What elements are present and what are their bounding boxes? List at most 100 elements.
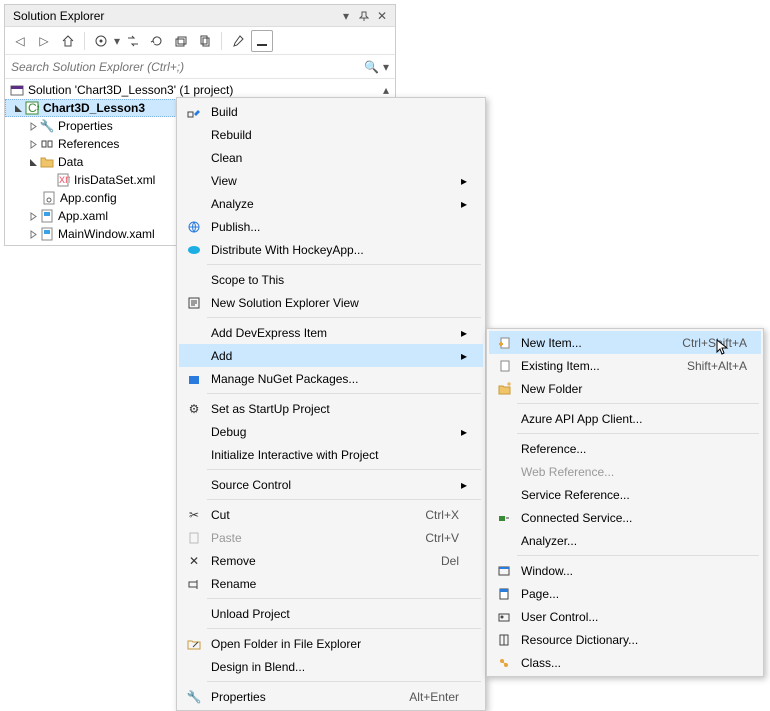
debug-item[interactable]: Debug▸ xyxy=(179,420,483,443)
menu-separator xyxy=(207,628,481,629)
pin-button[interactable] xyxy=(355,8,373,24)
show-all-files-button[interactable] xyxy=(194,30,216,52)
analyzer-item[interactable]: Analyzer... xyxy=(489,529,761,552)
toolbar: ◁ ▷ ▾ xyxy=(5,27,395,55)
expand-icon[interactable] xyxy=(27,122,39,131)
source-control-item[interactable]: Source Control▸ xyxy=(179,473,483,496)
submenu-arrow-icon: ▸ xyxy=(459,197,469,211)
class-item[interactable]: Class... xyxy=(489,651,761,674)
cut-icon: ✂ xyxy=(183,506,205,524)
new-folder-item[interactable]: New Folder xyxy=(489,377,761,400)
rename-icon xyxy=(183,575,205,593)
resource-dictionary-icon xyxy=(493,631,515,649)
nuget-icon xyxy=(183,370,205,388)
analyze-item[interactable]: Analyze▸ xyxy=(179,192,483,215)
publish-item[interactable]: Publish... xyxy=(179,215,483,238)
scope-item[interactable]: Scope to This xyxy=(179,268,483,291)
back-button[interactable]: ◁ xyxy=(9,30,31,52)
init-interactive-item[interactable]: Initialize Interactive with Project xyxy=(179,443,483,466)
user-control-item[interactable]: User Control... xyxy=(489,605,761,628)
existing-item-item[interactable]: Existing Item...Shift+Alt+A xyxy=(489,354,761,377)
collapse-all-button[interactable] xyxy=(170,30,192,52)
connected-service-item[interactable]: Connected Service... xyxy=(489,506,761,529)
clean-item[interactable]: Clean xyxy=(179,146,483,169)
menu-separator xyxy=(207,393,481,394)
titlebar: Solution Explorer ▾ ✕ xyxy=(5,5,395,27)
reference-item[interactable]: Reference... xyxy=(489,437,761,460)
pending-changes-button[interactable] xyxy=(122,30,144,52)
wrench-icon: 🔧 xyxy=(39,118,55,134)
menu-separator xyxy=(207,598,481,599)
menu-separator xyxy=(207,317,481,318)
service-reference-item[interactable]: Service Reference... xyxy=(489,483,761,506)
toolbar-divider xyxy=(84,32,85,50)
home-button[interactable] xyxy=(57,30,79,52)
globe-icon xyxy=(183,218,205,236)
expand-icon[interactable] xyxy=(27,230,39,239)
blend-item[interactable]: Design in Blend... xyxy=(179,655,483,678)
delete-icon: ✕ xyxy=(183,552,205,570)
web-reference-item: Web Reference... xyxy=(489,460,761,483)
paste-item: PasteCtrl+V xyxy=(179,526,483,549)
cut-item[interactable]: ✂CutCtrl+X xyxy=(179,503,483,526)
rebuild-item[interactable]: Rebuild xyxy=(179,123,483,146)
scroll-up-icon[interactable]: ▴ xyxy=(383,83,389,97)
open-folder-item[interactable]: Open Folder in File Explorer xyxy=(179,632,483,655)
page-item[interactable]: Page... xyxy=(489,582,761,605)
wrench-icon: 🔧 xyxy=(183,688,205,706)
preview-button[interactable] xyxy=(251,30,273,52)
toolbar-divider xyxy=(221,32,222,50)
resource-dictionary-item[interactable]: Resource Dictionary... xyxy=(489,628,761,651)
build-item[interactable]: Build xyxy=(179,100,483,123)
existing-item-icon xyxy=(493,357,515,375)
search-input[interactable] xyxy=(11,60,364,74)
user-control-icon xyxy=(493,608,515,626)
search-dropdown-icon[interactable]: ▾ xyxy=(383,60,389,74)
open-folder-icon xyxy=(183,635,205,653)
view-item[interactable]: View▸ xyxy=(179,169,483,192)
search-icon[interactable]: 🔍 xyxy=(364,60,379,74)
azure-item[interactable]: Azure API App Client... xyxy=(489,407,761,430)
expand-icon[interactable] xyxy=(12,104,24,113)
svg-text:C#: C# xyxy=(28,101,39,115)
rename-item[interactable]: Rename xyxy=(179,572,483,595)
new-item-item[interactable]: New Item...Ctrl+Shift+A xyxy=(489,331,761,354)
hockeyapp-icon xyxy=(183,241,205,259)
startup-item[interactable]: ⚙Set as StartUp Project xyxy=(179,397,483,420)
window-position-button[interactable]: ▾ xyxy=(337,8,355,24)
submenu-arrow-icon: ▸ xyxy=(459,174,469,188)
add-item[interactable]: Add▸ xyxy=(179,344,483,367)
xaml-file-icon xyxy=(39,226,55,242)
menu-separator xyxy=(517,555,759,556)
unload-item[interactable]: Unload Project xyxy=(179,602,483,625)
references-icon xyxy=(39,136,55,152)
expand-icon[interactable] xyxy=(27,140,39,149)
menu-separator xyxy=(517,433,759,434)
close-button[interactable]: ✕ xyxy=(373,8,391,24)
panel-title: Solution Explorer xyxy=(9,9,337,23)
project-context-menu: Build Rebuild Clean View▸ Analyze▸ Publi… xyxy=(176,97,486,711)
add-devexpress-item[interactable]: Add DevExpress Item▸ xyxy=(179,321,483,344)
sync-button[interactable] xyxy=(90,30,112,52)
connected-service-icon xyxy=(493,509,515,527)
new-view-icon xyxy=(183,294,205,312)
distribute-item[interactable]: Distribute With HockeyApp... xyxy=(179,238,483,261)
nuget-item[interactable]: Manage NuGet Packages... xyxy=(179,367,483,390)
submenu-arrow-icon: ▸ xyxy=(459,326,469,340)
new-view-item[interactable]: New Solution Explorer View xyxy=(179,291,483,314)
expand-icon[interactable] xyxy=(27,212,39,221)
properties-item[interactable]: 🔧PropertiesAlt+Enter xyxy=(179,685,483,708)
menu-separator xyxy=(517,403,759,404)
properties-button[interactable] xyxy=(227,30,249,52)
gear-icon: ⚙ xyxy=(183,400,205,418)
expand-icon[interactable] xyxy=(27,158,39,167)
dropdown-arrow-icon[interactable]: ▾ xyxy=(114,34,120,48)
window-item[interactable]: Window... xyxy=(489,559,761,582)
submenu-arrow-icon: ▸ xyxy=(459,349,469,363)
search-bar: 🔍 ▾ xyxy=(5,55,395,79)
refresh-button[interactable] xyxy=(146,30,168,52)
svg-text:xml: xml xyxy=(59,173,70,186)
forward-button[interactable]: ▷ xyxy=(33,30,55,52)
menu-separator xyxy=(207,264,481,265)
remove-item[interactable]: ✕RemoveDel xyxy=(179,549,483,572)
